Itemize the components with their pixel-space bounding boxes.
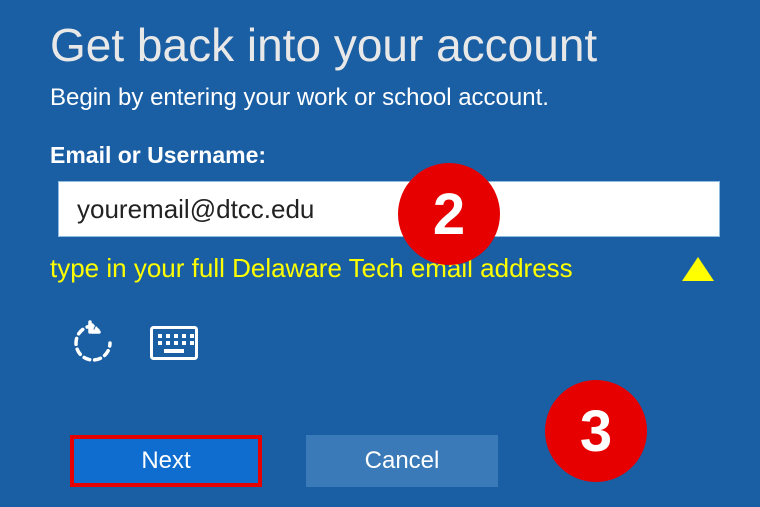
button-row: Next Cancel [70,435,498,487]
step-badge-3: 3 [545,380,647,482]
hint-text: type in your full Delaware Tech email ad… [50,253,672,284]
email-input-wrap [0,177,760,237]
page-title: Get back into your account [0,0,760,80]
next-button[interactable]: Next [70,435,262,487]
triangle-up-icon [682,257,714,281]
keyboard-icon[interactable] [150,326,198,360]
hint-row: type in your full Delaware Tech email ad… [0,237,760,284]
email-input[interactable] [58,181,720,237]
email-label: Email or Username: [0,120,760,177]
page-subtitle: Begin by entering your work or school ac… [0,80,760,120]
cancel-button[interactable]: Cancel [306,435,498,487]
refresh-icon[interactable] [70,320,116,366]
captcha-icon-bar [0,284,760,366]
step-badge-2: 2 [398,163,500,265]
